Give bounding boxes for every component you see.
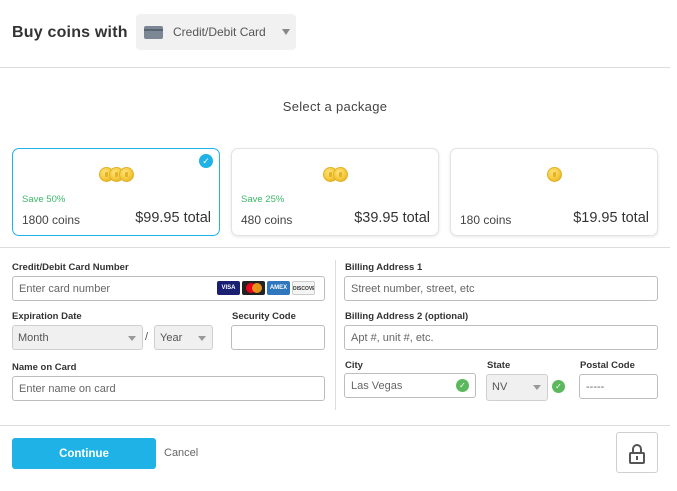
- lock-icon: [616, 432, 658, 473]
- name-on-card-label: Name on Card: [12, 362, 77, 373]
- package-card-1800[interactable]: ✓ Save 50% 1800 coins $99.95 total: [12, 148, 220, 236]
- mastercard-icon: [242, 281, 265, 295]
- coin-stack-icon: [232, 167, 438, 183]
- chevron-down-icon: [282, 29, 290, 35]
- cancel-link[interactable]: Cancel: [164, 447, 198, 459]
- visa-icon: VISA: [217, 281, 240, 295]
- expiration-label: Expiration Date: [12, 311, 82, 322]
- coin-icon: [118, 167, 134, 182]
- select-package-heading: Select a package: [282, 99, 388, 114]
- postal-code-input[interactable]: -----: [579, 374, 658, 399]
- expiration-separator: /: [145, 331, 149, 343]
- package-price: $19.95 total: [573, 210, 649, 226]
- coin-stack-icon: [13, 167, 219, 183]
- coin-stack-icon: [451, 167, 657, 183]
- header: Buy coins with Credit/Debit Card: [0, 0, 670, 68]
- continue-button[interactable]: Continue: [12, 438, 156, 469]
- billing-address-2-input[interactable]: Apt #, unit #, etc.: [344, 325, 658, 350]
- payment-method-select[interactable]: Credit/Debit Card: [136, 14, 296, 50]
- city-value: Las Vegas: [351, 380, 403, 392]
- billing-address-1-label: Billing Address 1: [345, 262, 423, 273]
- page-title: Buy coins with: [12, 24, 128, 41]
- chevron-down-icon: [128, 336, 136, 341]
- name-on-card-input[interactable]: Enter name on card: [12, 376, 325, 401]
- expiration-month-select[interactable]: Month: [12, 325, 143, 350]
- package-coin-count: 180 coins: [460, 213, 512, 227]
- checkmark-icon: ✓: [199, 154, 213, 168]
- coin-icon: [546, 167, 562, 182]
- package-coin-count: 1800 coins: [22, 213, 81, 227]
- package-save-badge: Save 50%: [22, 194, 66, 205]
- credit-card-icon: [144, 26, 163, 39]
- billing-address-1-input[interactable]: Street number, street, etc: [344, 276, 658, 301]
- postal-code-label: Postal Code: [580, 360, 635, 371]
- city-label: City: [345, 360, 363, 371]
- state-label: State: [487, 360, 511, 371]
- security-code-label: Security Code: [232, 311, 296, 322]
- card-number-label: Credit/Debit Card Number: [12, 262, 129, 273]
- chevron-down-icon: [533, 385, 541, 390]
- package-price: $99.95 total: [135, 210, 211, 226]
- card-logos: VISA AMEX DISCOVER: [217, 281, 315, 295]
- package-save-badge: Save 25%: [241, 194, 285, 205]
- state-value: NV: [492, 381, 508, 393]
- expiration-month-value: Month: [18, 332, 49, 344]
- footer-divider: [0, 425, 670, 426]
- package-price: $39.95 total: [354, 210, 430, 226]
- chevron-down-icon: [198, 336, 206, 341]
- column-divider: [335, 260, 336, 410]
- section-divider: [0, 247, 670, 248]
- package-card-180[interactable]: 180 coins $19.95 total: [450, 148, 658, 236]
- package-coin-count: 480 coins: [241, 213, 293, 227]
- amex-icon: AMEX: [267, 281, 290, 295]
- expiration-year-select[interactable]: Year: [154, 325, 213, 350]
- billing-address-2-label: Billing Address 2 (optional): [345, 311, 469, 322]
- expiration-year-value: Year: [160, 332, 183, 344]
- checkmark-icon: ✓: [456, 379, 469, 392]
- discover-icon: DISCOVER: [292, 281, 315, 295]
- payment-method-label: Credit/Debit Card: [173, 25, 266, 39]
- coin-icon: [332, 167, 348, 182]
- state-select[interactable]: NV: [486, 374, 548, 401]
- security-code-input[interactable]: [231, 325, 325, 350]
- package-card-480[interactable]: Save 25% 480 coins $39.95 total: [231, 148, 439, 236]
- checkmark-icon: ✓: [552, 380, 565, 393]
